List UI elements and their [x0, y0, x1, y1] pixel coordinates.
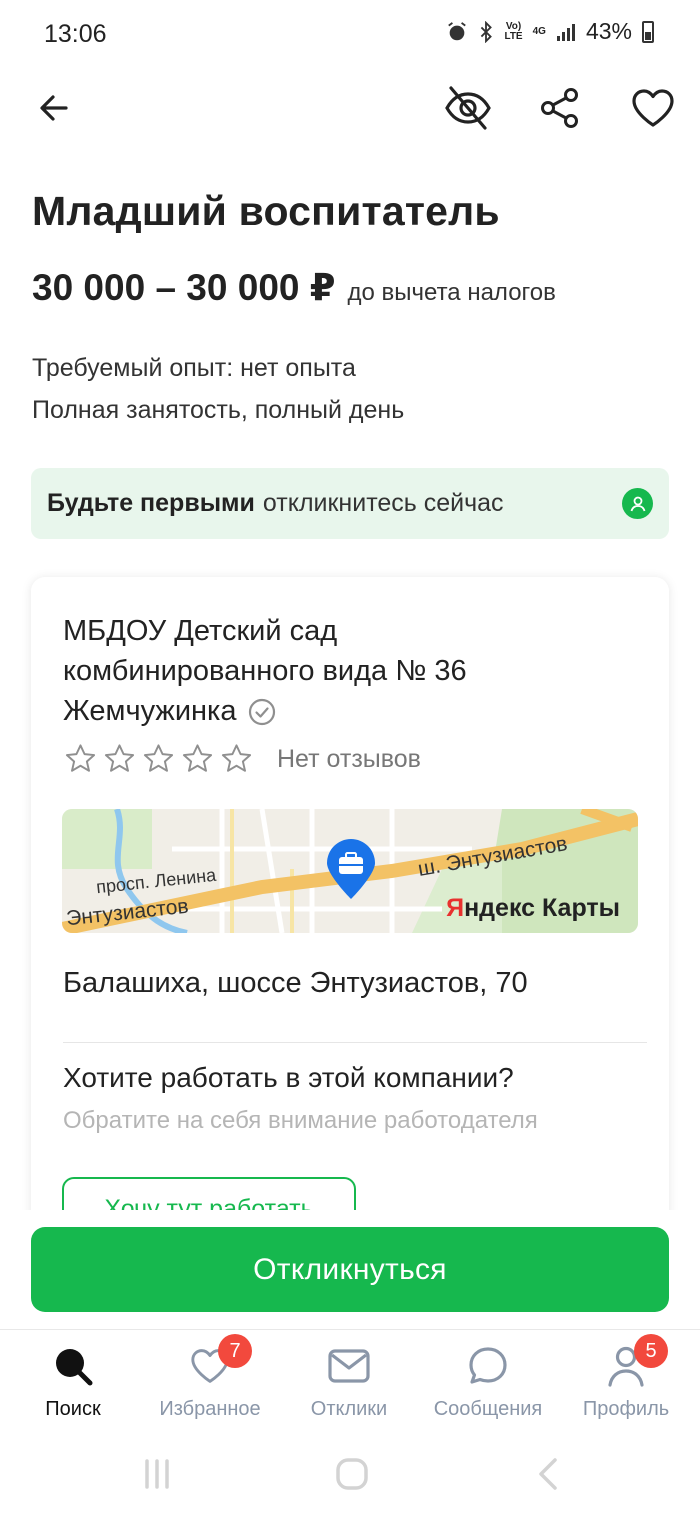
nav-item-profile[interactable]: 5 Профиль — [556, 1334, 696, 1421]
system-navigation — [0, 1430, 700, 1517]
company-address[interactable]: Балашиха, шоссе Энтузиастов, 70 — [63, 967, 528, 1000]
reviews-count[interactable]: Нет отзывов — [277, 745, 421, 774]
respond-button[interactable]: Откликнуться — [31, 1227, 669, 1312]
status-bar: 13:06 Vo) LTE 4G 43% — [0, 0, 700, 68]
star-icon — [65, 744, 96, 772]
net-type-indicator: 4G — [532, 25, 546, 37]
salary-note: до вычета налогов — [347, 279, 556, 306]
system-back-button[interactable] — [528, 1456, 568, 1492]
be-first-banner: Будьте первыми откликнитесь сейчас — [31, 468, 669, 539]
nav-label-profile: Профиль — [582, 1398, 670, 1420]
home-button[interactable] — [332, 1456, 372, 1492]
battery-icon — [642, 20, 654, 43]
star-icon — [104, 744, 135, 772]
nav-item-search[interactable]: Поиск — [3, 1344, 143, 1421]
home-icon — [336, 1458, 368, 1490]
banner-text: откликнитесь сейчас — [262, 489, 504, 517]
nav-item-messages[interactable]: Сообщения — [418, 1344, 558, 1421]
recent-apps-icon — [145, 1459, 169, 1489]
volte-indicator: Vo) LTE — [504, 20, 523, 42]
star-icon — [182, 744, 213, 772]
company-card: МБДОУ Детский сад комбинированного вида … — [31, 577, 669, 1237]
divider — [63, 1042, 647, 1043]
check-circle-icon — [248, 699, 275, 726]
bluetooth-icon — [481, 20, 493, 43]
share-button[interactable] — [530, 78, 590, 138]
back-button[interactable] — [24, 78, 84, 138]
experience-requirement: Требуемый опыт: нет опыта — [32, 354, 356, 382]
hide-vacancy-button[interactable] — [438, 78, 498, 138]
favorite-button[interactable] — [623, 78, 683, 138]
alarm-icon — [448, 21, 467, 40]
mail-icon — [327, 1344, 371, 1388]
battery-percent: 43% — [585, 18, 632, 44]
star-icon — [221, 744, 252, 772]
user-icon: 5 — [604, 1334, 668, 1388]
company-name-block[interactable]: МБДОУ Детский сад комбинированного вида … — [63, 611, 583, 731]
eye-off-icon — [445, 86, 491, 130]
chevron-left-icon — [539, 1458, 557, 1490]
nav-item-favorites[interactable]: 7 Избранное — [140, 1334, 280, 1421]
company-map[interactable]: просп. Ленина ш. Энтузиастов Энтузиастов… — [62, 809, 638, 933]
status-time: 13:06 — [44, 20, 107, 48]
rating-stars[interactable] — [65, 743, 252, 773]
nav-label-responses: Отклики — [310, 1398, 388, 1420]
share-icon — [541, 88, 578, 128]
salary-range: 30 000 – 30 000 ₽ — [32, 267, 336, 308]
yandex-maps-logo: Яндекс Карты — [446, 894, 620, 922]
heart-icon — [632, 89, 674, 127]
employment-type: Полная занятость, полный день — [32, 396, 405, 424]
top-app-bar — [0, 70, 700, 146]
vacancy-title: Младший воспитатель — [32, 188, 500, 234]
nav-label-messages: Сообщения — [433, 1398, 543, 1420]
want-to-work-hint: Обратите на себя внимание работодателя — [63, 1107, 538, 1134]
signal-icon — [556, 23, 575, 41]
status-icons: Vo) LTE 4G 43% — [446, 18, 654, 45]
arrow-left-icon — [40, 95, 68, 121]
chat-icon — [466, 1344, 510, 1388]
nav-label-search: Поиск — [45, 1398, 101, 1420]
user-circle-icon — [622, 488, 653, 519]
nav-item-responses[interactable]: Отклики — [279, 1344, 419, 1421]
bottom-navigation: Поиск 7 Избранное Отклики Сообщения 5 Пр… — [0, 1329, 700, 1429]
recent-apps-button[interactable] — [137, 1456, 177, 1492]
want-to-work-title: Хотите работать в этой компании? — [63, 1062, 514, 1093]
profile-badge: 5 — [634, 1334, 668, 1368]
search-icon — [51, 1344, 95, 1388]
star-icon — [143, 744, 174, 772]
briefcase-pin-icon — [327, 839, 375, 899]
favorites-badge: 7 — [218, 1334, 252, 1368]
salary-row: 30 000 – 30 000 ₽ до вычета налогов — [32, 266, 556, 309]
banner-strong-text: Будьте первыми — [47, 489, 255, 517]
heart-icon: 7 — [188, 1334, 252, 1388]
nav-label-favorites: Избранное — [159, 1398, 261, 1420]
